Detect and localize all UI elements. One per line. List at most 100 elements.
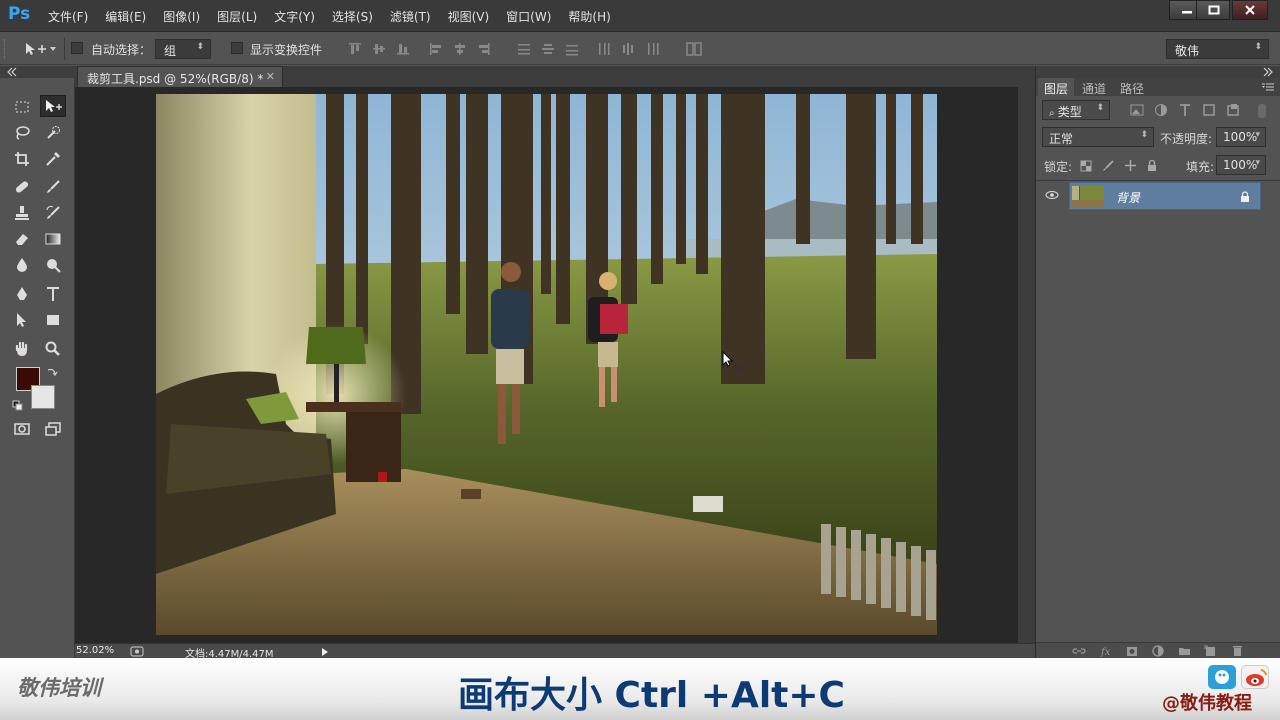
auto-align-icon[interactable] [686, 42, 702, 56]
menu-layer[interactable]: 图层(L) [217, 8, 257, 25]
crop-tool[interactable] [9, 148, 35, 170]
align-hcenter-icon[interactable] [453, 42, 467, 56]
history-brush-icon [46, 205, 60, 219]
caption-logo: 敬伟培训 [17, 676, 101, 700]
move-tool[interactable] [40, 95, 66, 117]
eye-icon[interactable] [1045, 190, 1059, 200]
eraser-tool[interactable] [9, 228, 35, 250]
blur-tool[interactable] [9, 254, 35, 276]
chevron-updown-icon: ⬍ [1096, 103, 1104, 113]
workspace-dropdown[interactable]: 敬伟 ⬍ [1166, 39, 1269, 59]
align-top-icon[interactable] [348, 42, 362, 56]
status-preview-icon[interactable] [130, 646, 144, 657]
type-tool[interactable] [40, 283, 66, 305]
document-tab[interactable]: 裁剪工具.psd @ 52%(RGB/8) * ✕ [77, 66, 283, 87]
adjustment-layer-icon[interactable] [1152, 645, 1164, 657]
align-vcenter-icon[interactable] [372, 42, 386, 56]
hand-icon [15, 341, 28, 356]
menu-window[interactable]: 窗口(W) [506, 8, 551, 25]
align-bottom-icon[interactable] [396, 42, 410, 56]
distribute-vcenter-icon[interactable] [541, 42, 555, 56]
close-button[interactable] [1232, 0, 1268, 20]
distribute-bottom-icon[interactable] [565, 42, 579, 56]
new-layer-icon[interactable] [1204, 645, 1216, 657]
healing-brush-tool[interactable] [9, 176, 35, 198]
panel-menu-icon[interactable] [1261, 82, 1275, 92]
distribute-hcenter-icon[interactable] [621, 42, 635, 56]
filter-toggle[interactable] [1258, 104, 1266, 118]
layer-filter-dropdown[interactable]: ⌕ 类型 ⬍ [1042, 100, 1110, 120]
link-layers-icon[interactable] [1072, 646, 1086, 656]
opacity-field[interactable]: 100% ▾ [1216, 127, 1266, 147]
lock-transparent-icon[interactable] [1080, 160, 1092, 172]
eyedropper-tool[interactable] [40, 148, 66, 170]
distribute-right-icon[interactable] [645, 42, 659, 56]
menu-file[interactable]: 文件(F) [48, 8, 88, 25]
new-group-icon[interactable] [1178, 646, 1191, 656]
quick-selection-tool[interactable] [40, 122, 66, 144]
tab-channels[interactable]: 通道 [1082, 80, 1106, 97]
vertical-scrollbar[interactable] [1018, 87, 1035, 643]
close-tab-icon[interactable]: ✕ [266, 70, 275, 83]
rectangle-tool[interactable] [40, 309, 66, 331]
menu-filter[interactable]: 滤镜(T) [390, 8, 431, 25]
lock-all-icon[interactable] [1146, 159, 1158, 172]
filter-pixel-icon[interactable] [1130, 103, 1144, 117]
panel-grip[interactable] [1036, 66, 1280, 78]
lock-pixels-icon[interactable] [1102, 160, 1114, 172]
canvas-area[interactable] [75, 87, 1018, 643]
swap-colors-icon[interactable] [46, 366, 58, 378]
align-right-icon[interactable] [477, 42, 491, 56]
filter-type-icon[interactable] [1178, 103, 1192, 117]
clone-stamp-tool[interactable] [9, 202, 35, 224]
menu-type[interactable]: 文字(Y) [274, 8, 315, 25]
toolbox-grip[interactable] [0, 66, 75, 78]
distribute-top-icon[interactable] [517, 42, 531, 56]
eyedropper-icon [46, 152, 60, 166]
lasso-tool[interactable] [9, 122, 35, 144]
canvas-image[interactable] [156, 94, 937, 635]
tab-paths[interactable]: 路径 [1120, 80, 1144, 97]
tab-layers[interactable]: 图层 [1038, 78, 1075, 96]
auto-select-dropdown[interactable]: 组 ⬍ [155, 39, 211, 59]
lock-position-icon[interactable] [1124, 159, 1137, 172]
move-tool-preset-icon[interactable] [24, 41, 58, 57]
quick-mask-button[interactable] [9, 418, 35, 440]
hand-tool[interactable] [9, 338, 35, 360]
status-menu-arrow-icon[interactable] [320, 647, 330, 657]
auto-select-checkbox[interactable] [71, 42, 83, 54]
layer-row-background[interactable]: 背景 [1069, 182, 1261, 210]
menu-help[interactable]: 帮助(H) [568, 8, 610, 25]
distribute-left-icon[interactable] [597, 42, 611, 56]
layer-name[interactable]: 背景 [1116, 189, 1140, 206]
pen-tool[interactable] [9, 283, 35, 305]
dodge-tool[interactable] [40, 254, 66, 276]
brush-tool[interactable] [40, 176, 66, 198]
path-selection-tool[interactable] [9, 309, 35, 331]
default-colors-icon[interactable] [12, 400, 24, 412]
marquee-tool[interactable] [9, 96, 35, 118]
trash-icon[interactable] [1232, 645, 1243, 657]
restore-button[interactable] [1196, 0, 1230, 20]
background-color-swatch[interactable] [31, 385, 55, 409]
fill-field[interactable]: 100% ▾ [1216, 155, 1266, 175]
fx-icon[interactable]: fx [1100, 645, 1114, 657]
menu-image[interactable]: 图像(I) [163, 8, 200, 25]
filter-smart-object-icon[interactable] [1226, 103, 1240, 117]
zoom-readout[interactable]: 52.02% [76, 645, 114, 656]
magnifier-icon [45, 341, 60, 356]
filter-adjustment-icon[interactable] [1154, 103, 1168, 117]
menu-select[interactable]: 选择(S) [332, 8, 373, 25]
add-mask-icon[interactable] [1126, 646, 1138, 657]
blend-mode-dropdown[interactable]: 正常 ⬍ [1042, 127, 1154, 147]
show-transform-checkbox[interactable] [231, 42, 243, 54]
menu-view[interactable]: 视图(V) [448, 8, 490, 25]
history-brush-tool[interactable] [40, 202, 66, 224]
screen-mode-button[interactable] [40, 418, 66, 440]
opacity-value: 100% [1223, 130, 1258, 144]
filter-shape-icon[interactable] [1202, 103, 1216, 117]
gradient-tool[interactable] [40, 228, 66, 250]
menu-edit[interactable]: 编辑(E) [105, 8, 146, 25]
align-left-icon[interactable] [429, 42, 443, 56]
zoom-tool[interactable] [40, 338, 66, 360]
